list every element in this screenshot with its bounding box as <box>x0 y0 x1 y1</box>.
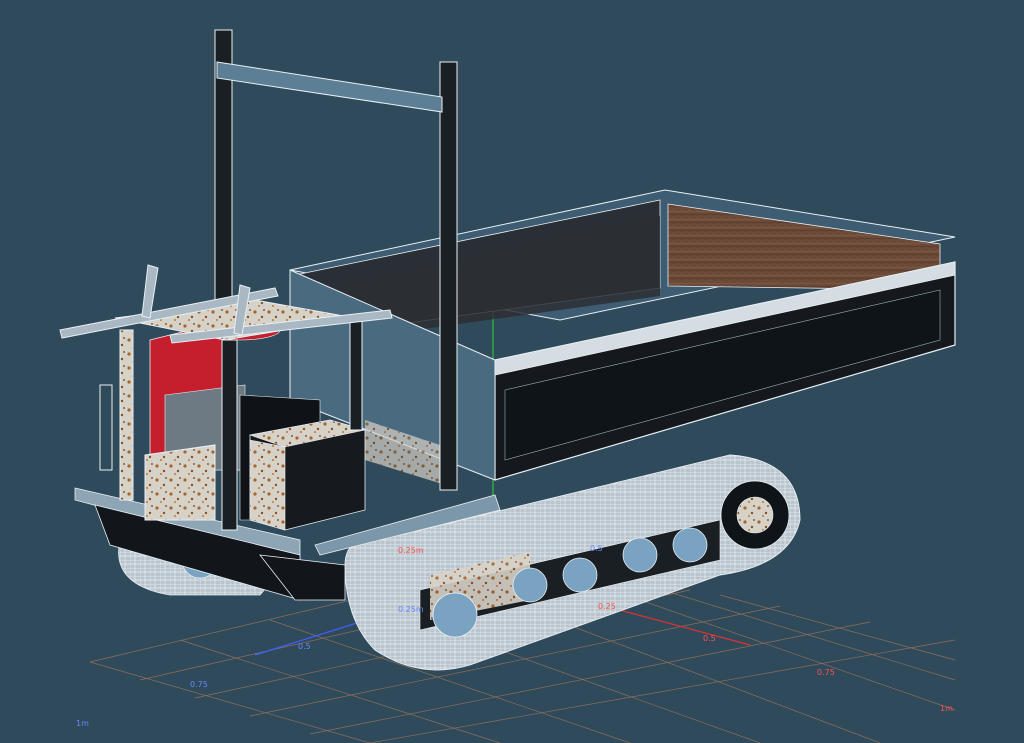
grid-label-x3: 0.75 <box>817 668 835 677</box>
right-track[interactable] <box>344 454 801 671</box>
grid-label-y1: 0.25m <box>398 546 424 555</box>
grid-label-x4: 1m <box>940 704 953 713</box>
grid-label-z2: 0.5 <box>298 642 311 651</box>
grid-label-x2: 0.5 <box>703 634 716 643</box>
scene-canvas[interactable]: 0.25m 0.5 0.5 0.75 1m 0.25 0.5 0.75 1m 0… <box>0 0 1024 743</box>
grid-label-z3: 0.75 <box>190 680 208 689</box>
grid-label-z1: 0.25m <box>398 605 424 614</box>
3d-viewport[interactable]: 0.25m 0.5 0.5 0.75 1m 0.25 0.5 0.75 1m 0… <box>0 0 1024 743</box>
grid-label-z4: 1m <box>76 719 89 728</box>
grid-label-y2: 0.5 <box>590 544 603 553</box>
fuel-tank[interactable] <box>248 419 366 531</box>
cargo-bed[interactable] <box>289 189 956 488</box>
grid-label-x1: 0.25 <box>598 602 616 611</box>
